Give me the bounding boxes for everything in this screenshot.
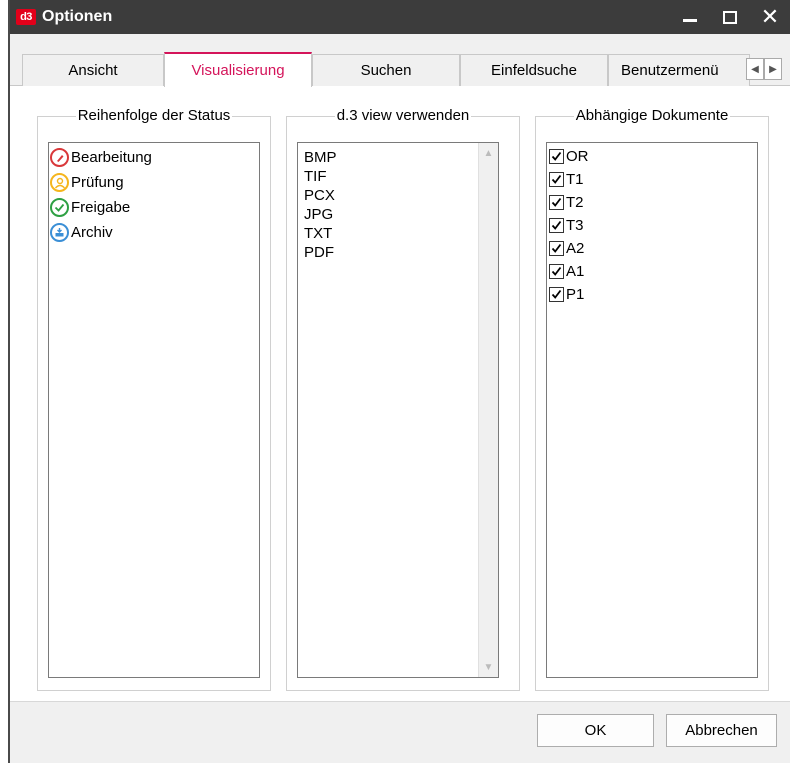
tab-label: Einfeldsuche [491, 62, 577, 79]
arrow-left-icon: ◀ [751, 63, 759, 75]
minimize-button[interactable] [670, 0, 710, 34]
tab-label: Ansicht [68, 62, 118, 79]
checkbox-item-t3[interactable]: T3 [547, 214, 757, 237]
pencil-icon [50, 148, 69, 167]
tab-strip: Ansicht Visualisierung Suchen Einfeldsuc… [10, 52, 790, 87]
maximize-button[interactable] [710, 0, 750, 34]
list-item[interactable]: JPG [298, 205, 498, 224]
tab-panel-visualisierung: Reihenfolge der Status Bearbeitung Prüfu… [10, 86, 790, 701]
status-order-group-label: Reihenfolge der Status [75, 107, 233, 124]
tab-scroll-left-button[interactable]: ◀ [746, 58, 764, 80]
checkbox-label: OR [566, 148, 589, 165]
title-bar[interactable]: d3 Optionen ✕ [10, 0, 790, 34]
options-dialog: d3 Optionen ✕ Ansicht Visualisierung Suc… [8, 0, 790, 763]
list-item[interactable]: TIF [298, 167, 498, 186]
status-item-label: Archiv [71, 224, 113, 241]
status-item-freigabe[interactable]: Freigabe [49, 195, 259, 220]
d3-view-group: d.3 view verwenden BMP TIF PCX JPG TXT P… [286, 107, 520, 691]
tab-ansicht[interactable]: Ansicht [22, 54, 164, 86]
checkbox-item-t2[interactable]: T2 [547, 191, 757, 214]
checkbox-item-p1[interactable]: P1 [547, 283, 757, 306]
minimize-icon [683, 18, 697, 22]
list-item[interactable]: TXT [298, 224, 498, 243]
list-item[interactable]: PCX [298, 186, 498, 205]
checkbox-label: A2 [566, 240, 585, 257]
cancel-button[interactable]: Abbrechen [666, 714, 777, 747]
maximize-icon [723, 10, 737, 24]
dependent-documents-group-label: Abhängige Dokumente [573, 107, 731, 124]
checkbox-label: T3 [566, 217, 584, 234]
tab-scroll-right-button[interactable]: ▶ [764, 58, 782, 80]
status-order-group: Reihenfolge der Status Bearbeitung Prüfu… [37, 107, 271, 691]
checkbox-label: A1 [566, 263, 585, 280]
list-item[interactable]: BMP [298, 148, 498, 167]
vertical-scrollbar[interactable]: ▲ ▼ [478, 143, 498, 677]
status-item-label: Freigabe [71, 199, 131, 216]
arrow-right-icon: ▶ [769, 63, 777, 75]
checkbox-label: T1 [566, 171, 584, 188]
checkbox-item-a2[interactable]: A2 [547, 237, 757, 260]
tab-suchen[interactable]: Suchen [312, 54, 460, 86]
tab-label: Visualisierung [191, 62, 285, 79]
checkbox-checked-icon[interactable] [549, 218, 564, 233]
checkbox-checked-icon[interactable] [549, 287, 564, 302]
tab-einfeldsuche[interactable]: Einfeldsuche [460, 54, 608, 86]
status-item-archiv[interactable]: Archiv [49, 220, 259, 245]
checkbox-item-or[interactable]: OR [547, 145, 757, 168]
checkbox-checked-icon[interactable] [549, 241, 564, 256]
person-icon [50, 173, 69, 192]
d3-view-list[interactable]: BMP TIF PCX JPG TXT PDF ▲ ▼ [297, 142, 499, 678]
check-icon [50, 198, 69, 217]
checkbox-item-t1[interactable]: T1 [547, 168, 757, 191]
status-item-bearbeitung[interactable]: Bearbeitung [49, 145, 259, 170]
checkbox-item-a1[interactable]: A1 [547, 260, 757, 283]
close-icon: ✕ [760, 4, 780, 29]
d3-view-group-label: d.3 view verwenden [334, 107, 472, 124]
checkbox-label: P1 [566, 286, 585, 303]
status-item-label: Prüfung [71, 174, 124, 191]
tab-benutzermenue[interactable]: Benutzermenü [608, 54, 750, 86]
archive-icon [50, 223, 69, 242]
checkbox-label: T2 [566, 194, 584, 211]
d3-app-icon: d3 [16, 9, 36, 25]
tab-visualisierung[interactable]: Visualisierung [164, 52, 312, 87]
dependent-documents-list[interactable]: OR T1 T2 T3 A2 A1 P1 [546, 142, 758, 678]
checkbox-checked-icon[interactable] [549, 172, 564, 187]
scroll-down-icon[interactable]: ▼ [479, 657, 498, 677]
status-item-label: Bearbeitung [71, 149, 152, 166]
scroll-up-icon[interactable]: ▲ [479, 143, 498, 163]
checkbox-checked-icon[interactable] [549, 264, 564, 279]
window-title: Optionen [42, 8, 113, 25]
checkbox-checked-icon[interactable] [549, 149, 564, 164]
checkbox-checked-icon[interactable] [549, 195, 564, 210]
ok-button[interactable]: OK [537, 714, 654, 747]
close-button[interactable]: ✕ [750, 0, 790, 34]
tab-label: Suchen [360, 62, 412, 79]
dependent-documents-group: Abhängige Dokumente OR T1 T2 T3 A2 A1 P1 [535, 107, 769, 691]
status-item-pruefung[interactable]: Prüfung [49, 170, 259, 195]
list-item[interactable]: PDF [298, 243, 498, 262]
status-order-list[interactable]: Bearbeitung Prüfung Freigabe Archiv [48, 142, 260, 678]
tab-label: Benutzermenü [621, 62, 719, 79]
tab-scroll-arrows: ◀ ▶ [746, 58, 782, 80]
footer-divider [10, 701, 790, 702]
